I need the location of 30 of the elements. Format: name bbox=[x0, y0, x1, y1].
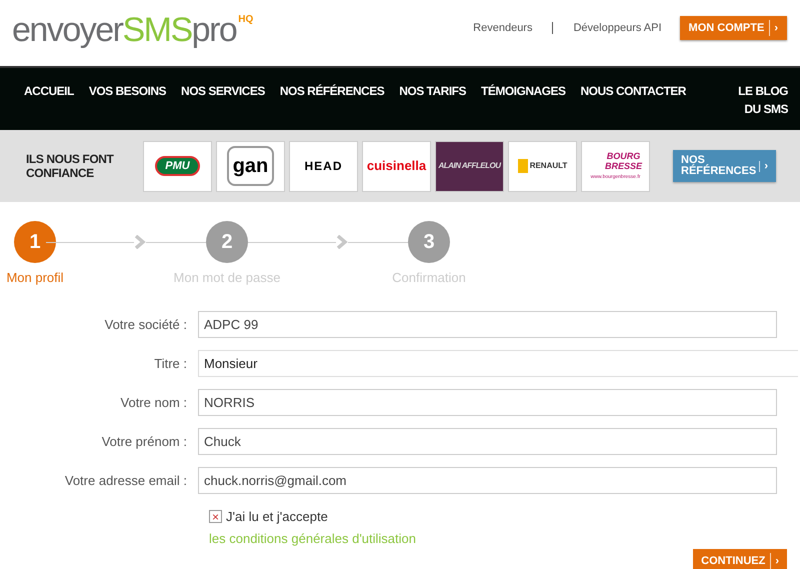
nav-link[interactable]: VOS BESOINS bbox=[88, 82, 166, 100]
partner-logo: gan bbox=[216, 140, 285, 192]
text-field[interactable]: chuck.norris@gmail.com bbox=[198, 467, 777, 494]
partner-logo: cuisinella bbox=[362, 140, 431, 192]
field-label: Votre société : bbox=[104, 316, 188, 334]
partner-logo: ALAIN AFFLELOU bbox=[435, 140, 504, 192]
field-label: Votre adresse email : bbox=[64, 472, 188, 490]
nav-link[interactable]: NOUS CONTACTER bbox=[580, 82, 686, 100]
field-label: Votre prénom : bbox=[100, 432, 188, 451]
partners-title: ILS NOUS FONT CONFIANCE bbox=[26, 152, 115, 180]
nav-link[interactable]: NOS TARIFS bbox=[399, 82, 466, 100]
partner-logo: PMU bbox=[143, 140, 212, 192]
terms-checkbox[interactable]: × bbox=[209, 510, 222, 524]
terms-label: J'ai lu et j'accepte bbox=[226, 508, 328, 526]
field-label: Titre : bbox=[153, 354, 188, 373]
top-link[interactable]: Revendeurs bbox=[473, 20, 532, 36]
partner-logo: RENAULT bbox=[508, 140, 577, 192]
partner-logo: HEAD bbox=[289, 140, 358, 192]
title-select[interactable]: Monsieur bbox=[198, 350, 798, 377]
top-link[interactable]: Développeurs API bbox=[573, 20, 662, 36]
step-label: Mon profil bbox=[6, 269, 64, 287]
field-label: Votre nom : bbox=[120, 394, 188, 412]
nav-link[interactable]: TÉMOIGNAGES bbox=[480, 82, 566, 100]
text-field[interactable]: NORRIS bbox=[198, 389, 777, 416]
text-field[interactable]: Chuck bbox=[198, 428, 777, 455]
nav-link[interactable]: NOS SERVICES bbox=[181, 82, 265, 100]
nav-link[interactable]: ACCUEIL bbox=[24, 82, 74, 100]
nav-link[interactable]: LE BLOG DU SMS bbox=[738, 82, 788, 118]
nav-link[interactable]: NOS RÉFÉRENCES bbox=[280, 82, 384, 100]
text-field[interactable]: ADPC 99 bbox=[198, 311, 777, 338]
